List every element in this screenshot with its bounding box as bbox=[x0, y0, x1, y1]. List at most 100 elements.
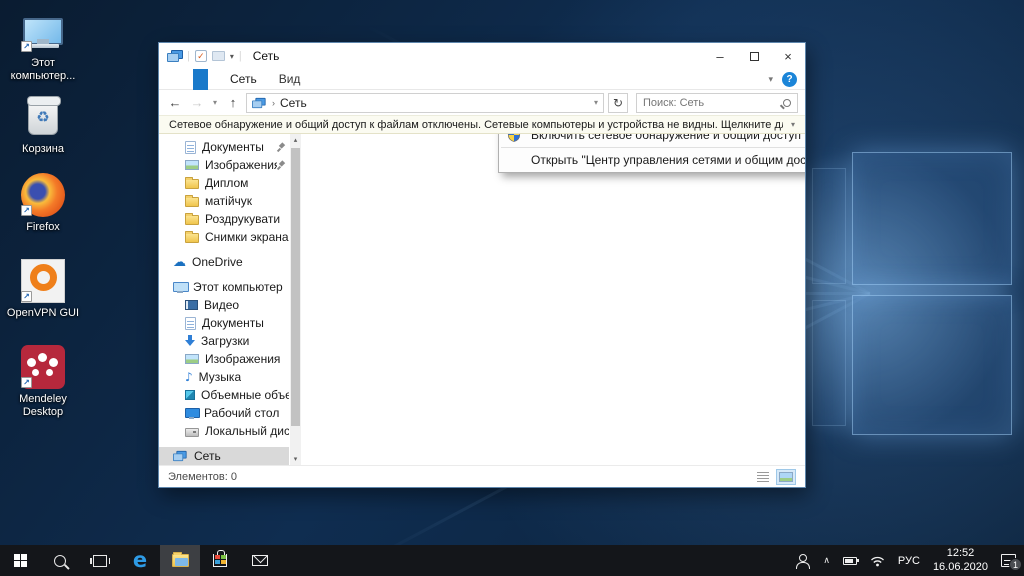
scroll-down-icon[interactable]: ▾ bbox=[290, 453, 301, 465]
sidebar-item-label: Документы bbox=[202, 316, 264, 330]
back-button[interactable]: ← bbox=[166, 95, 184, 110]
new-folder-icon[interactable] bbox=[212, 51, 225, 61]
breadcrumb[interactable]: Сеть bbox=[280, 96, 307, 110]
notification-bar[interactable]: Сетевое обнаружение и общий доступ к фай… bbox=[159, 115, 805, 134]
explorer-window: | ✓ ▾ | Сеть – × Сеть Вид ▾ ? ← → ▾ ↑ › … bbox=[158, 42, 806, 488]
people-icon[interactable] bbox=[796, 554, 810, 567]
thumbnail-view-icon bbox=[779, 472, 793, 482]
tab-file[interactable] bbox=[193, 69, 208, 90]
windows-logo-pane bbox=[852, 152, 1012, 285]
menu-item-open-network-center[interactable]: Открыть "Центр управления сетями и общим… bbox=[499, 149, 805, 171]
sidebar-item-documents[interactable]: Документы bbox=[159, 314, 289, 332]
file-explorer-icon bbox=[172, 554, 189, 567]
qat-dropdown-icon[interactable]: ▾ bbox=[230, 52, 234, 61]
forward-button[interactable]: → bbox=[188, 95, 206, 110]
sidebar-item-label: Снимки экрана bbox=[205, 230, 289, 244]
battery-icon[interactable] bbox=[843, 557, 857, 565]
desktop-icon-openvpn[interactable]: ↗ OpenVPN GUI bbox=[2, 258, 84, 320]
desktop-icon-this-pc[interactable]: ↗ Этот компьютер... bbox=[2, 8, 84, 83]
quick-access-toolbar: | ✓ ▾ | Сеть bbox=[167, 49, 279, 63]
file-list-area[interactable] bbox=[301, 134, 805, 465]
properties-icon[interactable]: ✓ bbox=[195, 50, 207, 62]
sidebar-item-label: Загрузки bbox=[201, 334, 249, 348]
system-tray: ∧ РУС 12:52 16.06.2020 1 bbox=[796, 545, 1024, 576]
sidebar-item-screenshots[interactable]: Снимки экрана bbox=[159, 228, 289, 246]
desktop-icon-mendeley[interactable]: ↗ Mendeley Desktop bbox=[2, 344, 84, 419]
shortcut-arrow-icon: ↗ bbox=[21, 41, 32, 52]
sidebar-item-pictures-pinned[interactable]: Изображения bbox=[159, 156, 289, 174]
taskbar-explorer-button[interactable] bbox=[160, 545, 200, 576]
sidebar-item-downloads[interactable]: Загрузки bbox=[159, 332, 289, 350]
sidebar-item-local-disk[interactable]: Локальный диск bbox=[159, 422, 289, 440]
separator: | bbox=[239, 50, 242, 62]
sidebar-item-label: матійчук bbox=[205, 194, 252, 208]
search-box[interactable] bbox=[636, 93, 798, 113]
hidden-icons-chevron[interactable]: ∧ bbox=[823, 555, 830, 566]
network-location-icon bbox=[252, 97, 265, 107]
sidebar-scrollbar[interactable]: ▴ ▾ bbox=[290, 134, 301, 465]
scroll-up-icon[interactable]: ▴ bbox=[290, 134, 301, 146]
desktop-icon-recycle-bin[interactable]: ♻ Корзина bbox=[2, 94, 84, 156]
up-button[interactable]: ↑ bbox=[224, 95, 242, 110]
sidebar-item-video[interactable]: Видео bbox=[159, 296, 289, 314]
sidebar-item-rozdrukuvaty[interactable]: Роздрукувати bbox=[159, 210, 289, 228]
window-title: Сеть bbox=[253, 49, 280, 63]
address-dropdown-icon[interactable]: ▾ bbox=[594, 98, 598, 107]
search-input[interactable] bbox=[643, 97, 783, 109]
minimize-button[interactable]: – bbox=[703, 43, 737, 69]
windows-logo-pane bbox=[852, 295, 1012, 435]
tab-network[interactable]: Сеть bbox=[230, 72, 257, 86]
sidebar-item-pictures[interactable]: Изображения bbox=[159, 350, 289, 368]
desktop-icon-firefox[interactable]: ↗ Firefox bbox=[2, 172, 84, 234]
cloud-icon: ☁ bbox=[173, 256, 186, 269]
title-bar[interactable]: | ✓ ▾ | Сеть – × bbox=[159, 43, 805, 69]
pin-icon bbox=[277, 160, 286, 170]
taskbar-edge-button[interactable]: e bbox=[120, 545, 160, 576]
language-indicator[interactable]: РУС bbox=[898, 555, 920, 567]
task-view-icon bbox=[93, 555, 107, 567]
taskbar-mail-button[interactable] bbox=[240, 545, 280, 576]
sidebar-item-this-pc[interactable]: Этот компьютер bbox=[159, 278, 289, 296]
taskbar-store-button[interactable] bbox=[200, 545, 240, 576]
taskbar-clock[interactable]: 12:52 16.06.2020 bbox=[933, 547, 988, 575]
picture-icon bbox=[185, 160, 199, 170]
sidebar-item-label: Изображения bbox=[205, 158, 277, 172]
menu-item-enable-network-discovery[interactable]: Включить сетевое обнаружение и общий дос… bbox=[499, 134, 805, 146]
shortcut-arrow-icon: ↗ bbox=[21, 291, 32, 302]
help-button[interactable]: ? bbox=[782, 72, 797, 87]
windows-logo-pane bbox=[812, 300, 846, 426]
sidebar-item-3d-objects[interactable]: Объемные объе bbox=[159, 386, 289, 404]
scrollbar-thumb[interactable] bbox=[291, 148, 300, 426]
sidebar-item-documents-pinned[interactable]: Документы bbox=[159, 138, 289, 156]
wifi-icon[interactable] bbox=[870, 555, 885, 567]
sidebar-item-label: Диплом bbox=[205, 176, 248, 190]
thumbnail-view-button[interactable] bbox=[776, 469, 796, 485]
address-bar[interactable]: › Сеть ▾ bbox=[246, 93, 604, 113]
items-count: Элементов: 0 bbox=[168, 471, 237, 483]
sidebar-item-music[interactable]: ♪ Музыка bbox=[159, 368, 289, 386]
tab-view[interactable]: Вид bbox=[279, 72, 301, 86]
task-view-button[interactable] bbox=[80, 545, 120, 576]
sidebar-item-label: Музыка bbox=[199, 370, 241, 384]
close-button[interactable]: × bbox=[771, 43, 805, 69]
action-center-icon[interactable]: 1 bbox=[1001, 554, 1016, 567]
notification-badge: 1 bbox=[1009, 558, 1022, 571]
sidebar-item-diplom[interactable]: Диплом bbox=[159, 174, 289, 192]
start-button[interactable] bbox=[0, 545, 40, 576]
sidebar-item-label: Этот компьютер bbox=[193, 280, 283, 294]
folder-icon bbox=[185, 233, 199, 243]
sidebar-item-desktop[interactable]: Рабочий стол bbox=[159, 404, 289, 422]
recent-locations-icon[interactable]: ▾ bbox=[210, 98, 220, 107]
refresh-button[interactable]: ↻ bbox=[608, 93, 628, 113]
expand-ribbon-icon[interactable]: ▾ bbox=[768, 74, 773, 85]
taskbar-search-button[interactable] bbox=[40, 545, 80, 576]
sidebar-item-matiychuk[interactable]: матійчук bbox=[159, 192, 289, 210]
disk-icon bbox=[185, 428, 199, 437]
maximize-button[interactable] bbox=[737, 43, 771, 69]
details-view-button[interactable] bbox=[753, 469, 773, 485]
sidebar-item-onedrive[interactable]: ☁ OneDrive bbox=[159, 253, 289, 271]
sidebar-item-network[interactable]: Сеть bbox=[159, 447, 289, 465]
search-icon bbox=[783, 99, 791, 107]
notification-chevron-icon[interactable]: ▾ bbox=[791, 120, 795, 129]
address-bar-row: ← → ▾ ↑ › Сеть ▾ ↻ bbox=[159, 90, 805, 115]
